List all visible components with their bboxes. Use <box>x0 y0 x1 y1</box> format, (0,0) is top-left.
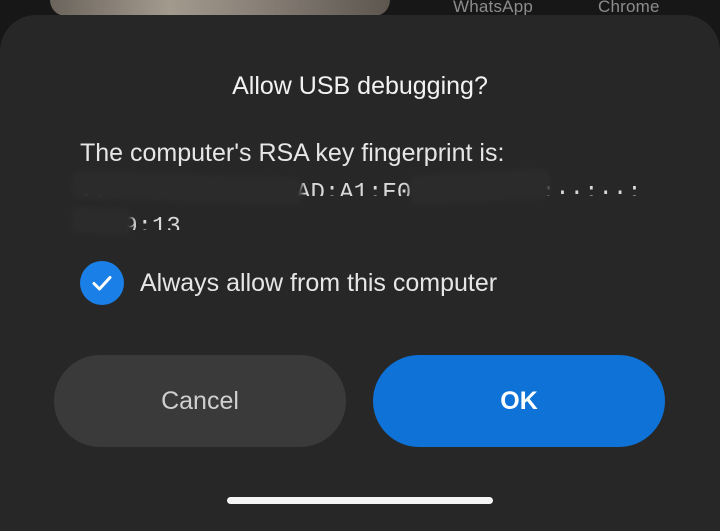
screen: WhatsApp Chrome Allow USB debugging? The… <box>0 0 720 531</box>
always-allow-label: Always allow from this computer <box>140 268 498 297</box>
usb-debugging-dialog: Allow USB debugging? The computer's RSA … <box>0 15 720 531</box>
ok-button[interactable]: OK <box>373 355 665 447</box>
home-indicator-bar[interactable] <box>227 497 493 504</box>
background-wallpaper <box>50 0 390 16</box>
cancel-button[interactable]: Cancel <box>54 355 346 447</box>
always-allow-checkbox-row[interactable]: Always allow from this computer <box>80 260 497 306</box>
dialog-title: Allow USB debugging? <box>232 72 488 100</box>
fingerprint-value: 77:··:··:··:··:AD:A1:E0:B2:71:··:··:··:F… <box>71 168 640 240</box>
redaction-mark <box>409 168 551 206</box>
redaction-mark <box>71 206 133 236</box>
fingerprint-message: The computer's RSA key fingerprint is: <box>80 139 505 167</box>
always-allow-checkbox[interactable] <box>80 261 124 305</box>
checkmark-icon <box>92 276 112 291</box>
redaction-mark <box>71 169 303 207</box>
